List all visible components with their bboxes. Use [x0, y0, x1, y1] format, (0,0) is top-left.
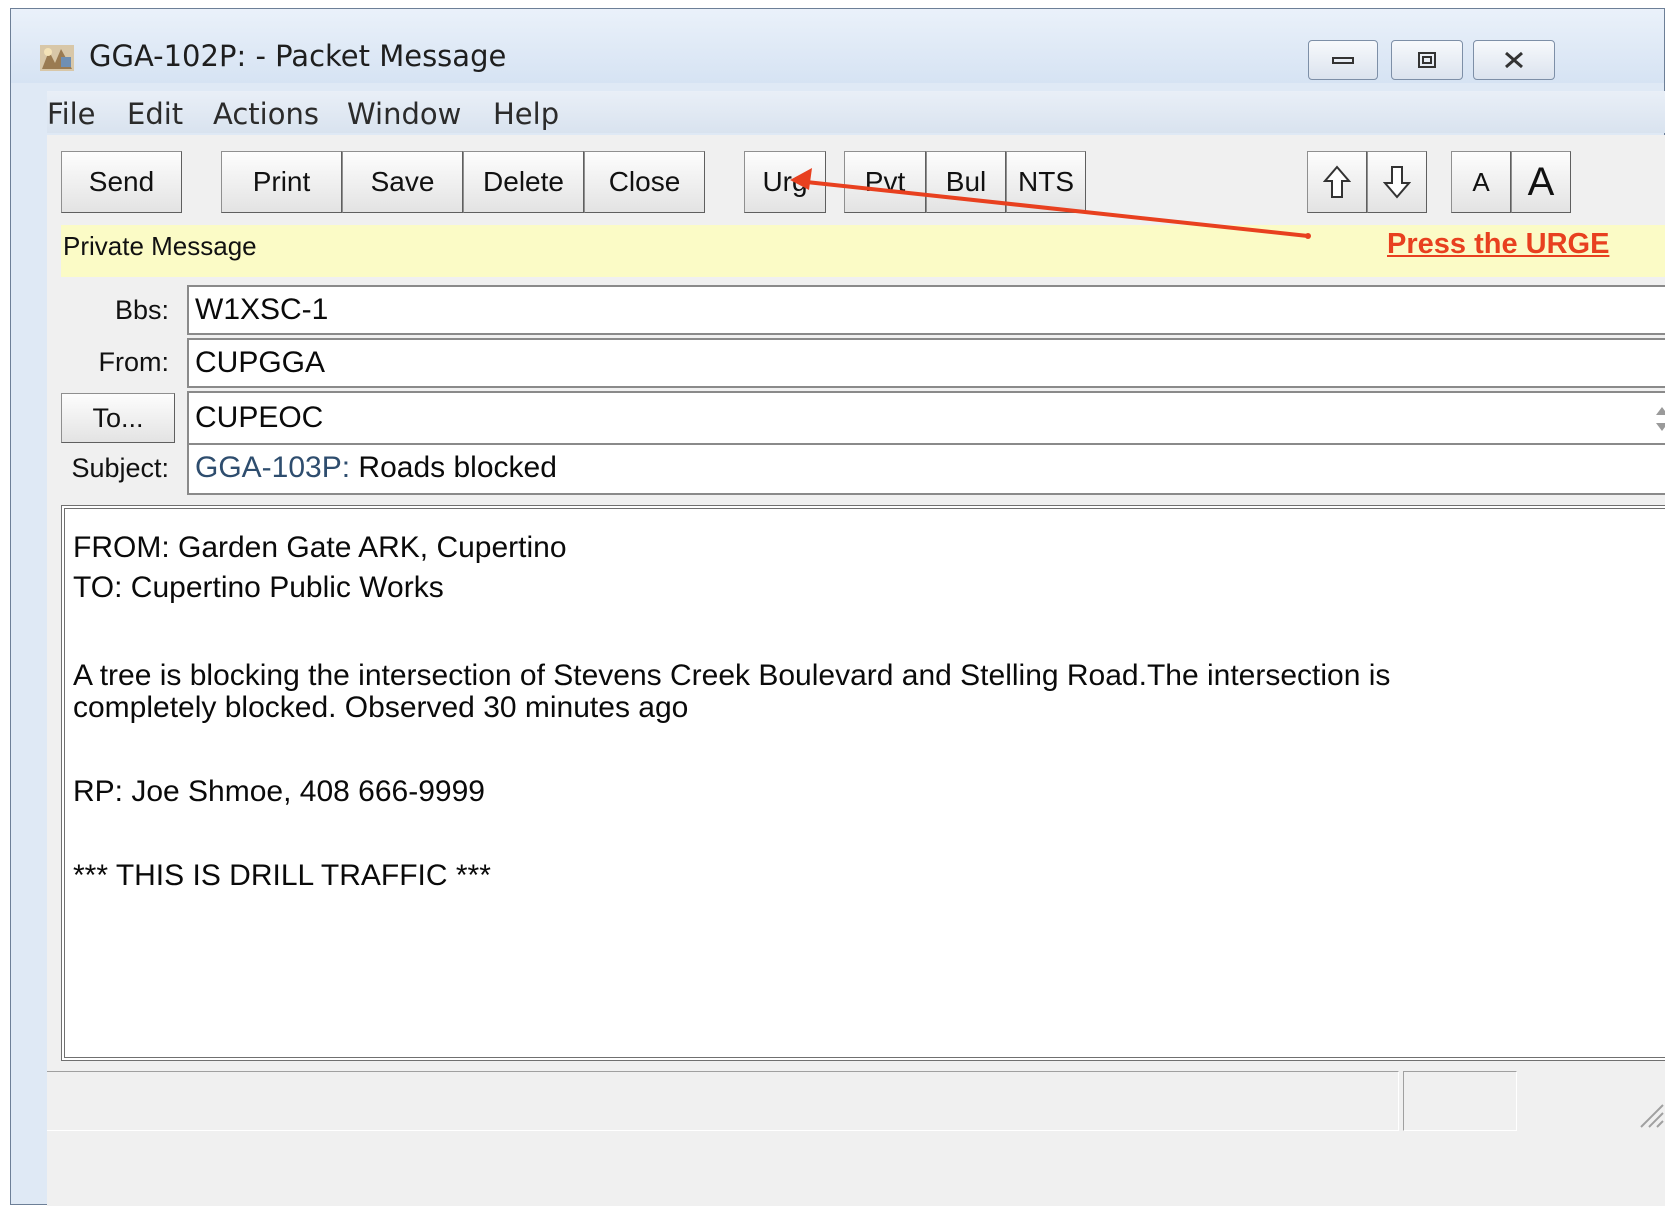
arrow-down-icon [1383, 166, 1411, 199]
from-label: From: [98, 347, 170, 377]
send-button[interactable]: Send [61, 151, 182, 213]
minimize-button[interactable] [1308, 40, 1378, 80]
body-line-to: TO: Cupertino Public Works [73, 571, 444, 604]
packet-app-icon [40, 45, 74, 71]
menu-edit[interactable]: Edit [127, 97, 183, 131]
move-up-button[interactable] [1307, 151, 1367, 213]
close-button[interactable] [1473, 40, 1555, 80]
maximize-button[interactable] [1391, 40, 1463, 80]
bbs-label: Bbs: [114, 295, 169, 325]
minimize-icon [1332, 57, 1354, 64]
from-value: CUPGGA [195, 346, 326, 379]
font-larger-button[interactable]: A [1511, 151, 1571, 213]
nts-button[interactable]: NTS [1006, 151, 1086, 213]
to-field[interactable]: CUPEOC [187, 391, 1665, 447]
instruction-annotation: Press the URGE [1387, 228, 1610, 260]
window-title: GGA-102P: - Packet Message [89, 39, 507, 73]
font-smaller-button[interactable]: A [1451, 151, 1511, 213]
subject-label: Subject: [71, 453, 169, 483]
status-pane-main [47, 1071, 1399, 1131]
spinner-icon[interactable] [1653, 401, 1665, 437]
menu-actions[interactable]: Actions [213, 97, 319, 131]
subject-value-line: GGA-103P: Roads blocked [195, 451, 557, 485]
from-field[interactable]: CUPGGA [187, 338, 1665, 388]
status-pane-secondary [1403, 1071, 1517, 1131]
bbs-value: W1XSC-1 [195, 293, 329, 326]
body-line-rp: RP: Joe Shmoe, 408 666-9999 [73, 775, 485, 808]
close-icon [1505, 51, 1523, 69]
menu-file[interactable]: File [47, 97, 96, 131]
delete-button[interactable]: Delete [463, 151, 584, 213]
packet-message-window: GGA-102P: - Packet Message File Edit Act… [10, 8, 1665, 1206]
private-button[interactable]: Pvt [844, 151, 926, 213]
message-type-text: Private Message [63, 231, 257, 261]
status-bar [47, 1071, 1665, 1133]
title-bar[interactable]: GGA-102P: - Packet Message [11, 9, 1664, 83]
message-client-area: Send Print Save Delete Close Urg Pvt Bul… [47, 135, 1665, 1206]
message-body[interactable]: FROM: Garden Gate ARK, Cupertino TO: Cup… [61, 505, 1665, 1061]
body-line-text-1: A tree is blocking the intersection of S… [73, 659, 1391, 692]
menu-help[interactable]: Help [493, 97, 559, 131]
resize-grip-icon[interactable] [1635, 1099, 1665, 1129]
subject-value: Roads blocked [358, 451, 557, 484]
urgent-button[interactable]: Urg [744, 151, 826, 213]
arrow-up-icon [1323, 165, 1351, 198]
body-line-drill: *** THIS IS DRILL TRAFFIC *** [73, 859, 491, 892]
menu-bar: File Edit Actions Window Help [47, 91, 1665, 133]
menu-window[interactable]: Window [347, 97, 461, 131]
body-line-text-2: completely blocked. Observed 30 minutes … [73, 691, 689, 724]
print-button[interactable]: Print [221, 151, 342, 213]
body-line-from: FROM: Garden Gate ARK, Cupertino [73, 531, 567, 564]
move-down-button[interactable] [1367, 151, 1427, 213]
maximize-icon [1418, 52, 1436, 68]
to-button[interactable]: To... [61, 393, 175, 443]
bulletin-button[interactable]: Bul [926, 151, 1006, 213]
bbs-field[interactable]: W1XSC-1 [187, 285, 1665, 335]
subject-field[interactable]: GGA-103P: Roads blocked [187, 443, 1665, 495]
save-button[interactable]: Save [342, 151, 463, 213]
subject-prefix: GGA-103P: [195, 451, 351, 484]
to-value: CUPEOC [195, 401, 324, 434]
close-message-button[interactable]: Close [584, 151, 705, 213]
